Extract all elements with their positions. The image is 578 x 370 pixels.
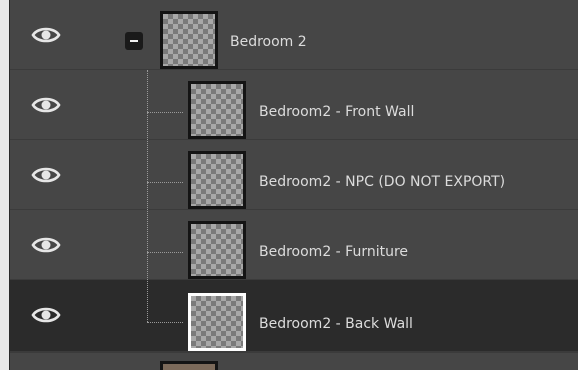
eye-icon[interactable] [30,159,62,191]
layer-thumbnail[interactable] [188,221,246,279]
tree-connector [147,252,183,253]
layer-thumbnail[interactable] [160,11,218,69]
layer-thumbnail[interactable] [188,293,246,351]
layer-name: Bedroom 2 [230,34,307,50]
eye-icon[interactable] [30,89,62,121]
eye-icon[interactable] [30,299,62,331]
minus-icon[interactable] [125,32,143,50]
layer-row-group[interactable]: Bedroom 2 [10,0,578,70]
layer-name: Bedroom2 - Front Wall [259,104,415,120]
layer-row-selected[interactable]: Bedroom2 - Back Wall [10,280,578,352]
layer-row[interactable]: Bedroom2 - Furniture [10,210,578,280]
layers-panel: Bedroom 2 Bedroom2 - Front Wall Bedroom2… [10,0,578,370]
tree-line [147,70,148,322]
tree-connector [147,322,183,323]
layer-row[interactable]: Bedroom2 - Front Wall [10,70,578,140]
tree-connector [147,182,183,183]
layer-name: Bedroom2 - Back Wall [259,316,413,332]
layer-thumbnail[interactable] [160,361,218,370]
tree-connector [147,112,183,113]
layer-thumbnail[interactable] [188,81,246,139]
layer-thumbnail[interactable] [188,151,246,209]
layer-row[interactable]: Bedroom2 - NPC (DO NOT EXPORT) [10,140,578,210]
layer-name: Bedroom2 - Furniture [259,244,409,260]
layer-name: Bedroom2 - NPC (DO NOT EXPORT) [259,174,506,190]
eye-icon[interactable] [30,229,62,261]
layer-row-partial[interactable] [10,352,578,370]
eye-icon[interactable] [30,19,62,51]
